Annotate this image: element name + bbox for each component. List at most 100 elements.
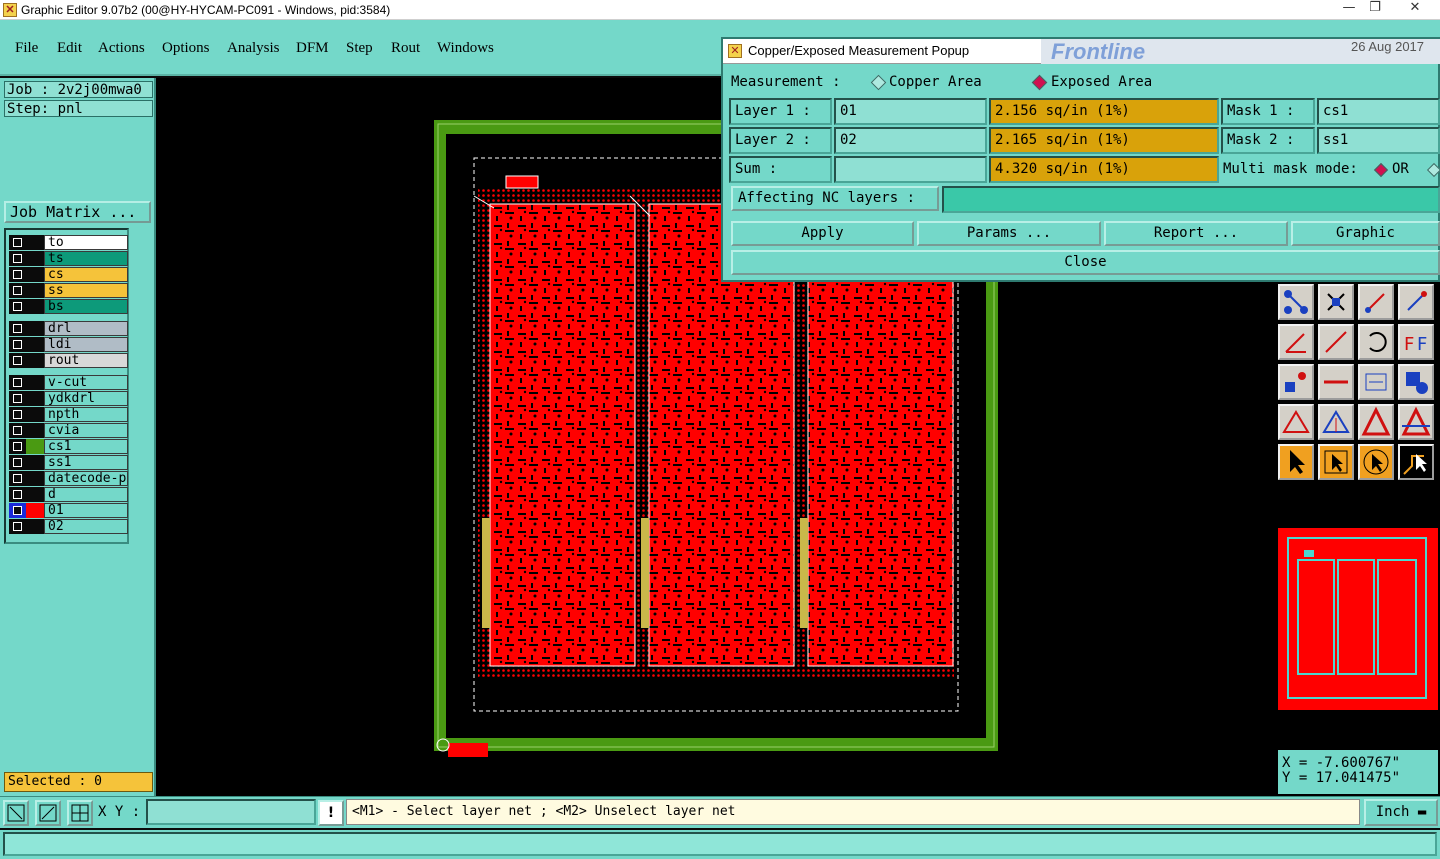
triangle-arrow-icon[interactable] bbox=[1318, 404, 1354, 440]
layer-name[interactable]: ts bbox=[44, 251, 128, 266]
multi-mask-and-radio[interactable] bbox=[1426, 162, 1440, 178]
layer-checkbox[interactable] bbox=[9, 407, 26, 422]
copper-area-radio[interactable] bbox=[870, 74, 887, 91]
move-shapes-icon[interactable] bbox=[1278, 364, 1314, 400]
layer-row-ts[interactable]: ts bbox=[9, 251, 128, 266]
layer-row-rout[interactable]: rout bbox=[9, 353, 128, 368]
menu-edit[interactable]: Edit bbox=[57, 40, 82, 57]
layer-checkbox[interactable] bbox=[9, 267, 26, 282]
mask2-input[interactable]: ss1 bbox=[1317, 127, 1440, 154]
net-select-icon[interactable] bbox=[1278, 284, 1314, 320]
layer-checkbox[interactable] bbox=[9, 519, 26, 534]
layer-checkbox[interactable] bbox=[9, 375, 26, 390]
panel-overview-map[interactable] bbox=[1278, 528, 1438, 710]
layer-name[interactable]: v-cut bbox=[44, 375, 128, 390]
layer1-input[interactable]: 01 bbox=[834, 98, 987, 125]
layer-checkbox[interactable] bbox=[9, 439, 26, 454]
layer-name[interactable]: cvia bbox=[44, 423, 128, 438]
report-button[interactable]: Report ... bbox=[1104, 221, 1288, 246]
layer-checkbox[interactable] bbox=[9, 353, 26, 368]
measure-icon[interactable] bbox=[35, 800, 61, 826]
grid-icon[interactable] bbox=[67, 800, 93, 826]
unit-selector[interactable]: Inch ▬ bbox=[1364, 799, 1438, 826]
affecting-nc-input[interactable] bbox=[942, 186, 1440, 213]
params-button[interactable]: Params ... bbox=[917, 221, 1101, 246]
multi-mask-or-radio[interactable] bbox=[1373, 162, 1389, 178]
line-arrow-icon[interactable] bbox=[1358, 284, 1394, 320]
layer-name[interactable]: npth bbox=[44, 407, 128, 422]
a-shape-icon[interactable] bbox=[1358, 404, 1394, 440]
layer-row-cvia[interactable]: cvia bbox=[9, 423, 128, 438]
layer-row-drl[interactable]: drl bbox=[9, 321, 128, 336]
close-window-button[interactable]: ✕ bbox=[1400, 0, 1430, 18]
layer-checkbox[interactable] bbox=[9, 337, 26, 352]
layer-row-cs[interactable]: cs bbox=[9, 267, 128, 282]
layer-name[interactable]: ss1 bbox=[44, 455, 128, 470]
layer-name[interactable]: 01 bbox=[44, 503, 128, 518]
a-shape-line-icon[interactable] bbox=[1398, 404, 1434, 440]
layer-checkbox[interactable] bbox=[9, 423, 26, 438]
horizontal-line-icon[interactable] bbox=[1318, 364, 1354, 400]
menu-step[interactable]: Step bbox=[346, 40, 373, 57]
mirror-icon[interactable]: FF bbox=[1398, 324, 1434, 360]
layer-row-ldi[interactable]: ldi bbox=[9, 337, 128, 352]
layer-name[interactable]: ldi bbox=[44, 337, 128, 352]
line-point-icon[interactable] bbox=[1398, 284, 1434, 320]
alert-icon[interactable]: ! bbox=[318, 800, 344, 826]
layer-checkbox[interactable] bbox=[9, 391, 26, 406]
layer-name[interactable]: 02 bbox=[44, 519, 128, 534]
maximize-button[interactable]: ❐ bbox=[1362, 0, 1388, 18]
layer-name[interactable]: ydkdrl bbox=[44, 391, 128, 406]
layer-row-datecode-pt[interactable]: datecode-pt bbox=[9, 471, 128, 486]
layer-checkbox[interactable] bbox=[9, 299, 26, 314]
layer-checkbox[interactable] bbox=[9, 321, 26, 336]
layer-name[interactable]: rout bbox=[44, 353, 128, 368]
layer-row-ydkdrl[interactable]: ydkdrl bbox=[9, 391, 128, 406]
layer-name[interactable]: bs bbox=[44, 299, 128, 314]
layer-checkbox[interactable] bbox=[9, 251, 26, 266]
layer2-input[interactable]: 02 bbox=[834, 127, 987, 154]
triangle-icon[interactable] bbox=[1278, 404, 1314, 440]
exposed-area-radio[interactable] bbox=[1031, 74, 1048, 91]
menu-file[interactable]: File bbox=[15, 40, 38, 57]
layer-name[interactable]: drl bbox=[44, 321, 128, 336]
layer-row-ss[interactable]: ss bbox=[9, 283, 128, 298]
pointer-icon[interactable] bbox=[1278, 444, 1314, 480]
minimize-button[interactable]: — bbox=[1336, 0, 1362, 18]
layer-checkbox[interactable] bbox=[9, 487, 26, 502]
layer-row-to[interactable]: to bbox=[9, 235, 128, 250]
layer-checkbox[interactable] bbox=[9, 455, 26, 470]
layer-row-npth[interactable]: npth bbox=[9, 407, 128, 422]
layer-row-v-cut[interactable]: v-cut bbox=[9, 375, 128, 390]
layer-checkbox[interactable] bbox=[9, 283, 26, 298]
layer-row-bs[interactable]: bs bbox=[9, 299, 128, 314]
cross-select-icon[interactable] bbox=[1318, 284, 1354, 320]
layer-checkbox[interactable] bbox=[9, 471, 26, 486]
layer-name[interactable]: cs1 bbox=[44, 439, 128, 454]
menu-options[interactable]: Options bbox=[162, 40, 210, 57]
layer-name[interactable]: datecode-pt bbox=[44, 471, 128, 486]
close-button[interactable]: Close bbox=[731, 250, 1440, 275]
layer-name[interactable]: cs bbox=[44, 267, 128, 282]
diagonal-line-icon[interactable] bbox=[1318, 324, 1354, 360]
menu-analysis[interactable]: Analysis bbox=[227, 40, 280, 57]
layer-row-01[interactable]: 01 bbox=[9, 503, 128, 518]
job-matrix-button[interactable]: Job Matrix ... bbox=[4, 201, 151, 223]
mask1-input[interactable]: cs1 bbox=[1317, 98, 1440, 125]
layer-checkbox[interactable] bbox=[9, 503, 26, 518]
layer-name[interactable]: d bbox=[44, 487, 128, 502]
menu-dfm[interactable]: DFM bbox=[296, 40, 329, 57]
xy-input[interactable] bbox=[146, 799, 316, 825]
menu-windows[interactable]: Windows bbox=[437, 40, 494, 57]
angle-icon[interactable] bbox=[1278, 324, 1314, 360]
layer-checkbox[interactable] bbox=[9, 235, 26, 250]
shapes-icon[interactable] bbox=[1398, 364, 1434, 400]
command-input[interactable] bbox=[3, 832, 1437, 856]
zoom-fit-icon[interactable] bbox=[3, 800, 29, 826]
layer-row-d[interactable]: d bbox=[9, 487, 128, 502]
pointer-circle-icon[interactable] bbox=[1358, 444, 1394, 480]
menu-actions[interactable]: Actions bbox=[98, 40, 145, 57]
dimension-icon[interactable] bbox=[1358, 364, 1394, 400]
rotate-icon[interactable] bbox=[1358, 324, 1394, 360]
layer-row-cs1[interactable]: cs1 bbox=[9, 439, 128, 454]
